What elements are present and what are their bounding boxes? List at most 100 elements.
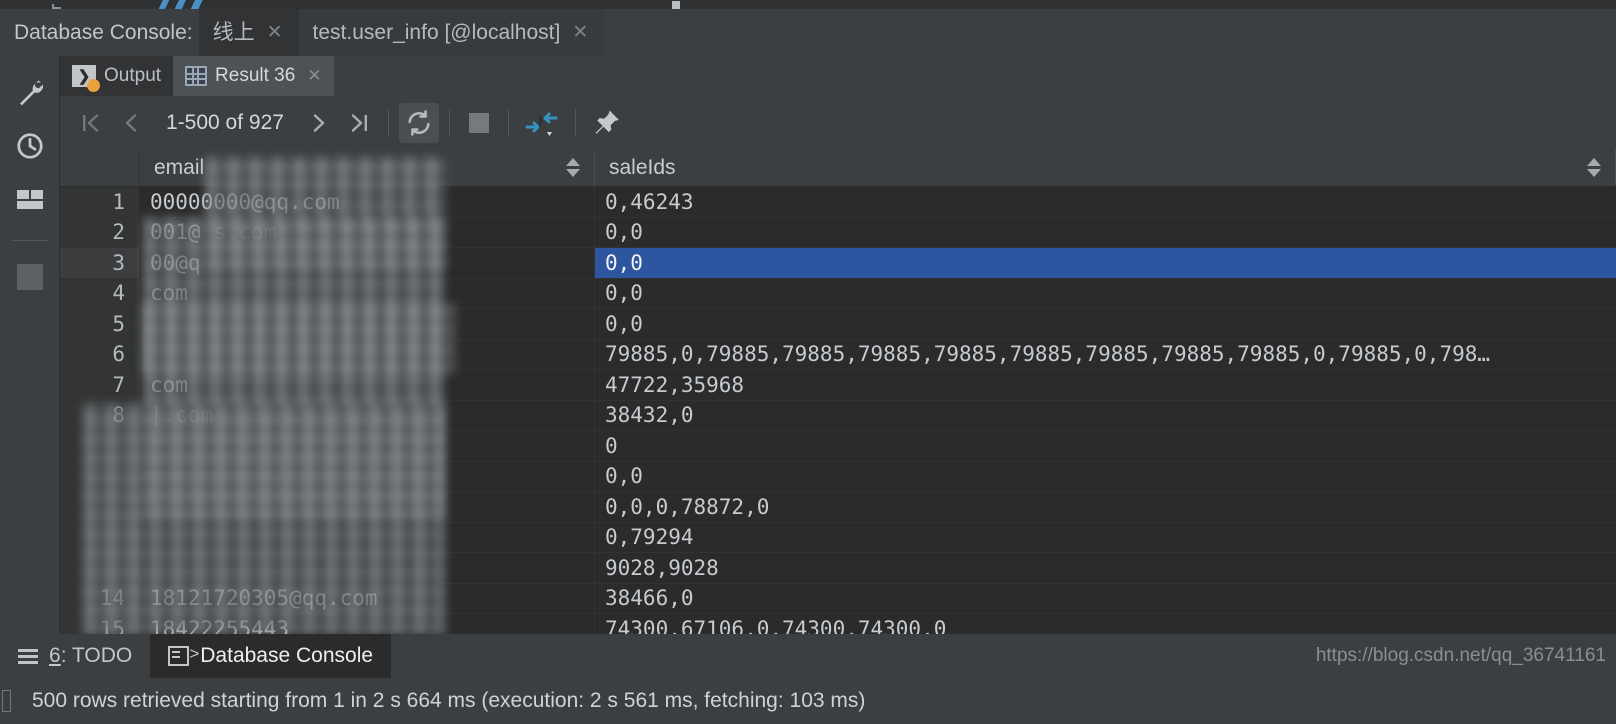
list-icon bbox=[18, 648, 38, 664]
last-page-button[interactable] bbox=[340, 103, 378, 143]
table-row[interactable]: 5 0,0 bbox=[60, 309, 1616, 340]
tool-strip-divider bbox=[11, 240, 48, 241]
cell-email[interactable] bbox=[140, 492, 595, 522]
cell-email[interactable] bbox=[140, 553, 595, 583]
table-row[interactable]: 0,0,0,78872,0 bbox=[60, 492, 1616, 523]
cell-saleids[interactable]: 38466,0 bbox=[595, 584, 1616, 614]
square-icon[interactable] bbox=[8, 255, 52, 299]
row-number-cell bbox=[60, 461, 140, 491]
column-header-email[interactable]: email bbox=[140, 149, 595, 186]
cell-email[interactable]: |.com bbox=[140, 400, 595, 430]
table-row[interactable]: 0 bbox=[60, 431, 1616, 462]
toolbar-divider bbox=[448, 108, 450, 137]
cell-email[interactable] bbox=[140, 431, 595, 461]
reload-button[interactable] bbox=[398, 102, 439, 143]
row-number-cell: 14 bbox=[60, 583, 140, 613]
wrench-icon[interactable] bbox=[8, 70, 52, 114]
cell-saleids[interactable]: 47722,35968 bbox=[595, 370, 1616, 400]
table-row[interactable]: 8 |.com 38432,0 bbox=[60, 400, 1616, 431]
table-row[interactable]: 0,79294 bbox=[60, 522, 1616, 553]
table-row[interactable]: 7 com 47722,35968 bbox=[60, 370, 1616, 401]
table-row[interactable]: 9028,9028 bbox=[60, 553, 1616, 584]
table-row[interactable]: 0,0 bbox=[60, 461, 1616, 492]
stop-button[interactable] bbox=[460, 103, 498, 143]
table-row[interactable]: 1 00000000@qq.com 0,46243 bbox=[60, 187, 1616, 218]
status-message: 500 rows retrieved starting from 1 in 2 … bbox=[32, 689, 866, 712]
table-body: 1 00000000@qq.com 0,46243 2 001@ s.com 0,0 3 00… bbox=[60, 187, 1616, 634]
row-number-cell: 4 bbox=[60, 278, 140, 308]
toolbar-divider bbox=[574, 108, 576, 137]
cell-saleids[interactable]: 0,79294 bbox=[595, 523, 1616, 553]
row-number-cell: 2 bbox=[60, 217, 140, 247]
cell-email[interactable]: 001@ s.com bbox=[140, 217, 595, 247]
cell-saleids[interactable]: 79885,0,79885,79885,79885,79885,79885,79… bbox=[595, 340, 1616, 370]
cell-email[interactable] bbox=[140, 309, 595, 339]
cell-email[interactable] bbox=[140, 461, 595, 491]
clock-icon[interactable] bbox=[8, 124, 52, 168]
cell-saleids[interactable]: 9028,9028 bbox=[595, 553, 1616, 583]
cell-email[interactable]: 00000000@qq.com bbox=[140, 187, 595, 217]
close-icon[interactable]: ✕ bbox=[307, 66, 321, 86]
table-grid-icon bbox=[185, 66, 208, 86]
watermark-text: https://blog.csdn.net/qq_36741161 bbox=[1315, 645, 1606, 666]
row-number-cell: 5 bbox=[60, 309, 140, 339]
console-tab-label: 线上 bbox=[212, 21, 255, 44]
console-tab-database-console[interactable]: Database Console: bbox=[0, 9, 199, 56]
status-bar: 500 rows retrieved starting from 1 in 2 … bbox=[0, 678, 1616, 724]
strip-block-icon bbox=[672, 1, 680, 9]
cell-saleids[interactable]: 0,0 bbox=[595, 462, 1616, 492]
cell-email[interactable]: 00@q bbox=[140, 248, 595, 278]
transpose-button[interactable] bbox=[519, 103, 565, 143]
console-tab-label: test.user_info [@localhost] bbox=[312, 21, 561, 44]
row-number-header bbox=[60, 149, 140, 186]
ide-window: Database Console: 线上 ✕ test.user_info [@… bbox=[0, 0, 1616, 724]
previous-page-button[interactable] bbox=[112, 103, 150, 143]
table-row[interactable]: 6 79885,0,79885,79885,79885,79885,79885,7… bbox=[60, 339, 1616, 370]
cell-saleids[interactable]: 0,0,0,78872,0 bbox=[595, 492, 1616, 522]
bottom-button-label: 6: TODO bbox=[49, 644, 133, 667]
cell-email[interactable]: 18422255443 bbox=[140, 614, 595, 634]
status-indicator-icon bbox=[2, 690, 11, 712]
cell-email[interactable]: 18121720305@qq.com bbox=[140, 583, 595, 613]
layout-icon[interactable] bbox=[8, 178, 52, 222]
tab-result-36[interactable]: Result 36 ✕ bbox=[173, 56, 334, 96]
tab-label: Result 36 bbox=[215, 65, 296, 86]
next-page-button[interactable] bbox=[300, 103, 338, 143]
column-header-saleids[interactable]: saleIds bbox=[595, 149, 1616, 186]
console-tab-online[interactable]: 线上 ✕ bbox=[198, 9, 299, 56]
pin-button[interactable] bbox=[586, 103, 628, 143]
row-number-cell: 8 bbox=[60, 400, 140, 430]
cell-email[interactable] bbox=[140, 522, 595, 552]
table-row[interactable]: 15 18422255443 74300,67106,0,74300,74300,0 bbox=[60, 614, 1616, 634]
console-tab-bar: Database Console: 线上 ✕ test.user_info [@… bbox=[0, 9, 1616, 56]
sort-arrows-icon[interactable] bbox=[1587, 158, 1601, 177]
tab-output[interactable]: ❯ Output bbox=[60, 56, 174, 96]
cell-saleids[interactable]: 0,0 bbox=[595, 218, 1616, 248]
bottom-button-database-console[interactable]: Database Console bbox=[150, 634, 392, 678]
result-table: email saleIds 1 00000000@qq.com 0,46243 2 00… bbox=[60, 149, 1616, 634]
table-row[interactable]: 14 18121720305@qq.com 38466,0 bbox=[60, 583, 1616, 614]
console-tab-user-info[interactable]: test.user_info [@localhost] ✕ bbox=[298, 9, 605, 56]
table-row[interactable]: 3 00@q 0,0 bbox=[60, 248, 1616, 279]
close-icon[interactable]: ✕ bbox=[570, 23, 590, 42]
cell-saleids[interactable]: 0,0 bbox=[595, 309, 1616, 339]
cell-email[interactable]: com bbox=[140, 370, 595, 400]
table-row[interactable]: 4 com 0,0 bbox=[60, 278, 1616, 309]
sort-arrows-icon[interactable] bbox=[566, 158, 580, 177]
left-tool-strip bbox=[0, 56, 60, 634]
cell-email[interactable]: com bbox=[140, 278, 595, 308]
cell-saleids[interactable]: 0,0 bbox=[595, 248, 1616, 278]
toolbar-divider bbox=[387, 108, 389, 137]
table-row[interactable]: 2 001@ s.com 0,0 bbox=[60, 217, 1616, 248]
cell-saleids[interactable]: 74300,67106,0,74300,74300,0 bbox=[595, 614, 1616, 634]
close-icon[interactable]: ✕ bbox=[265, 23, 285, 42]
cell-saleids[interactable]: 0,0 bbox=[595, 279, 1616, 309]
bottom-button-label: Database Console bbox=[200, 644, 374, 667]
cell-saleids[interactable]: 0 bbox=[595, 431, 1616, 461]
cell-saleids[interactable]: 38432,0 bbox=[595, 401, 1616, 431]
row-number-cell bbox=[60, 522, 140, 552]
cell-saleids[interactable]: 0,46243 bbox=[595, 187, 1616, 217]
first-page-button[interactable] bbox=[72, 103, 110, 143]
cell-email[interactable] bbox=[140, 339, 595, 369]
bottom-button-todo[interactable]: 6: TODO bbox=[0, 634, 150, 678]
